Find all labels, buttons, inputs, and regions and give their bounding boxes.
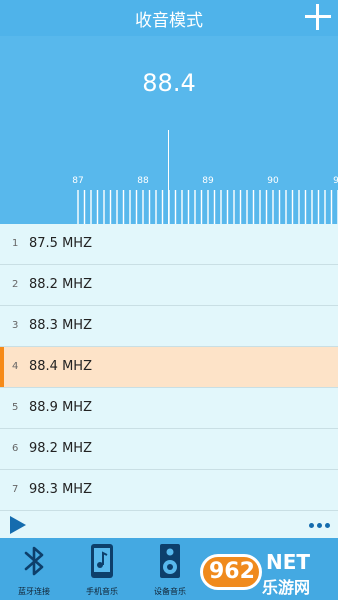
tab-label: 设备音乐 <box>154 587 186 596</box>
app-header: 收音模式 <box>0 0 338 36</box>
station-index: 6 <box>12 443 19 454</box>
station-row[interactable]: 2 88.2 MHZ <box>0 265 338 306</box>
station-index: 2 <box>12 279 19 290</box>
page-title: 收音模式 <box>135 11 203 31</box>
station-index: 1 <box>12 238 19 249</box>
tuner-panel[interactable]: 88.4 87 88 89 90 9 <box>0 36 338 224</box>
scale-label: 90 <box>267 176 279 186</box>
add-station-button[interactable] <box>304 3 332 31</box>
station-frequency: 98.2 MHZ <box>29 441 92 456</box>
station-frequency: 98.3 MHZ <box>29 482 92 497</box>
watermark-logo: 962 NET 乐游网 <box>200 548 336 597</box>
more-options-icon[interactable] <box>309 523 330 528</box>
station-row[interactable]: 1 87.5 MHZ <box>0 224 338 265</box>
watermark-badge: 962 <box>200 554 262 590</box>
station-list: 1 87.5 MHZ 2 88.2 MHZ 3 88.3 MHZ 4 88.4 … <box>0 224 338 511</box>
scale-label: 9 <box>333 176 338 186</box>
station-frequency: 87.5 MHZ <box>29 236 92 251</box>
station-frequency: 88.2 MHZ <box>29 277 92 292</box>
watermark-number: 962 <box>209 559 255 584</box>
station-row[interactable]: 3 88.3 MHZ <box>0 306 338 347</box>
tab-label: 蓝牙连接 <box>18 587 50 596</box>
player-bar <box>0 512 338 538</box>
scale-label: 88 <box>137 176 149 186</box>
frequency-scale[interactable] <box>0 188 338 224</box>
tab-device-music[interactable]: 设备音乐 <box>136 538 204 600</box>
selected-marker <box>0 347 4 387</box>
station-index: 3 <box>12 320 19 331</box>
speaker-icon <box>160 544 180 578</box>
station-row[interactable]: 7 98.3 MHZ <box>0 470 338 511</box>
station-index: 7 <box>12 484 19 495</box>
scale-label: 89 <box>202 176 214 186</box>
play-icon[interactable] <box>10 516 26 534</box>
phone-music-icon <box>91 544 113 578</box>
tab-bluetooth[interactable]: 蓝牙连接 <box>0 538 68 600</box>
station-row[interactable]: 6 98.2 MHZ <box>0 429 338 470</box>
tab-phone-music[interactable]: 手机音乐 <box>68 538 136 600</box>
station-row[interactable]: 5 88.9 MHZ <box>0 388 338 429</box>
station-row-selected[interactable]: 4 88.4 MHZ <box>0 347 338 388</box>
current-frequency: 88.4 <box>142 69 196 97</box>
tab-label: 手机音乐 <box>86 587 118 596</box>
watermark-net: NET <box>266 550 311 574</box>
station-frequency: 88.4 MHZ <box>29 359 92 374</box>
station-frequency: 88.3 MHZ <box>29 318 92 333</box>
watermark-site: 乐游网 <box>262 578 311 597</box>
station-frequency: 88.9 MHZ <box>29 400 92 415</box>
bluetooth-icon <box>24 546 44 576</box>
station-index: 4 <box>12 361 19 372</box>
scale-label: 87 <box>72 176 84 186</box>
station-index: 5 <box>12 402 19 413</box>
